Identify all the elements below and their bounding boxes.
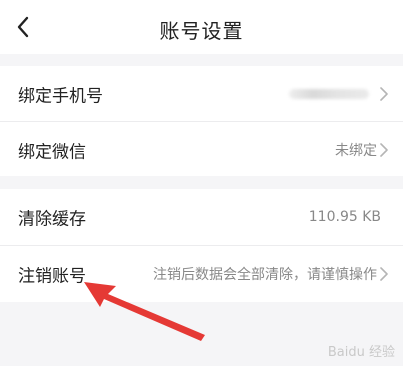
account-binding-group: 绑定手机号 绑定微信 未绑定 [0,66,403,176]
clear-cache-label: 清除缓存 [18,209,86,229]
masked-phone-number [289,88,369,99]
delete-account-hint: 注销后数据会全部清除，请谨慎操作 [153,266,377,283]
cache-size: 110.95 KB [308,208,381,225]
chevron-right-icon [380,142,388,157]
delete-account-row[interactable]: 注销账号 注销后数据会全部清除，请谨慎操作 [0,246,403,301]
watermark: Baidu 经验 [327,345,395,360]
bind-wechat-row[interactable]: 绑定微信 未绑定 [0,122,403,177]
bind-phone-row[interactable]: 绑定手机号 [0,66,403,121]
top-bar: 账号设置 [0,0,403,54]
chevron-right-icon [380,266,388,281]
wechat-status: 未绑定 [335,142,377,159]
bind-phone-label: 绑定手机号 [18,86,103,106]
clear-cache-row[interactable]: 清除缓存 110.95 KB [0,189,403,244]
chevron-right-icon [380,86,388,101]
bind-wechat-label: 绑定微信 [18,142,86,162]
page-title: 账号设置 [159,19,244,43]
storage-group: 清除缓存 110.95 KB 注销账号 注销后数据会全部清除，请谨慎操作 [0,189,403,302]
delete-account-label: 注销账号 [18,266,86,286]
annotation-arrow [84,282,205,341]
